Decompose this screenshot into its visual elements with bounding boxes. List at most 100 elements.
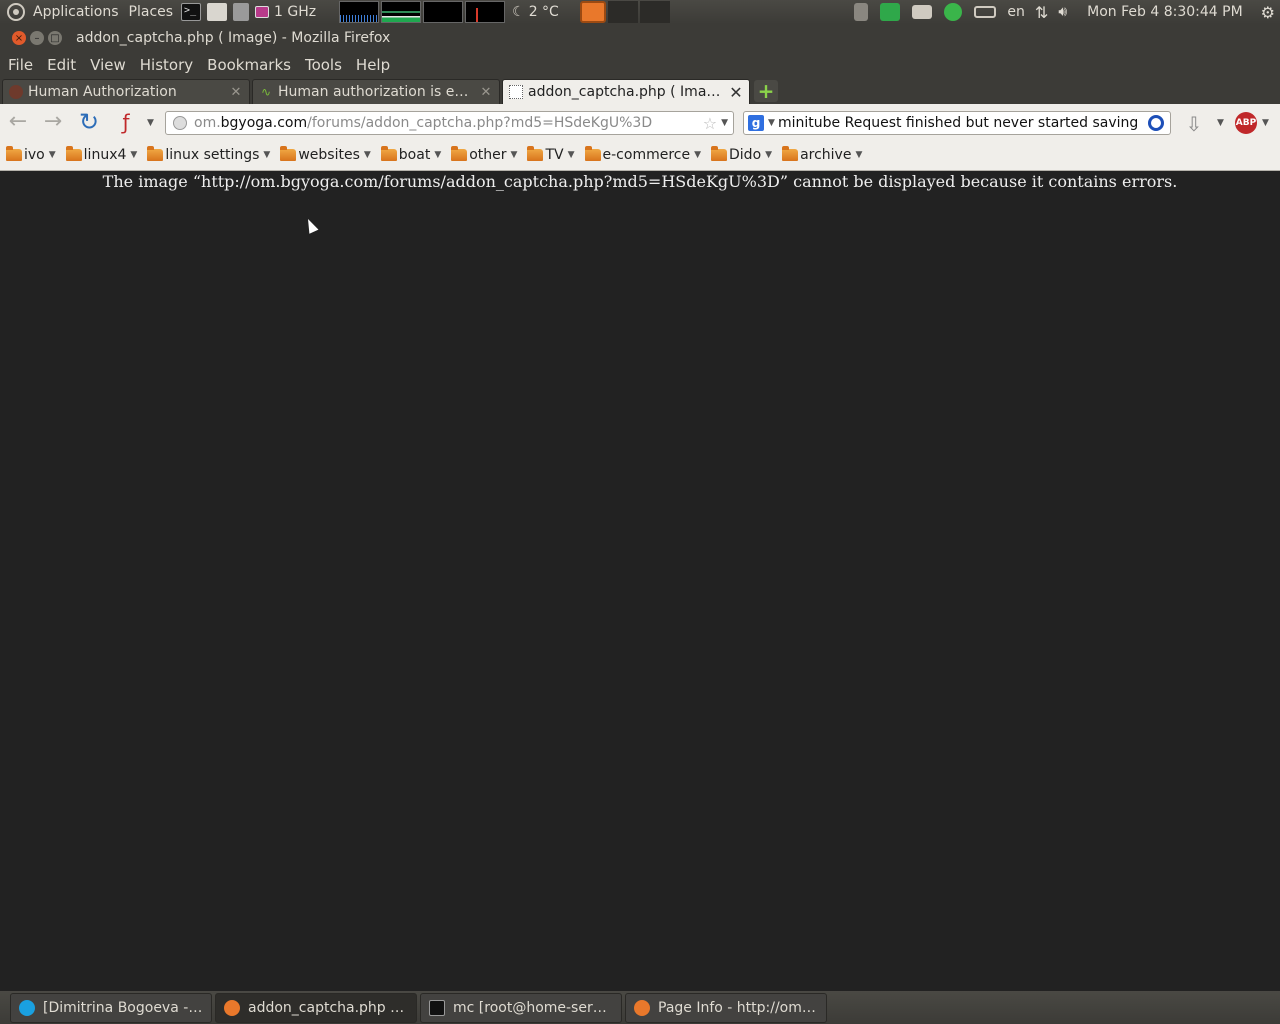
bookmark-star-icon[interactable]: ☆ bbox=[703, 114, 717, 133]
weather-indicator[interactable]: ☾ 2 °C bbox=[507, 0, 564, 24]
panel-slot bbox=[607, 1, 638, 23]
menu-history[interactable]: History bbox=[133, 56, 200, 74]
menu-file[interactable]: File bbox=[0, 56, 40, 74]
update-check-icon[interactable] bbox=[944, 3, 963, 21]
page-content: The image “http://om.bgyoga.com/forums/a… bbox=[0, 172, 1280, 991]
bookmark-folder-archive[interactable]: archive ▼ bbox=[782, 146, 862, 163]
chevron-down-icon[interactable]: ▼ bbox=[1262, 118, 1269, 128]
taskbar-item-label: Page Info - http://om.... bbox=[658, 999, 818, 1016]
network-monitor[interactable] bbox=[423, 1, 464, 23]
chevron-down-icon: ▼ bbox=[263, 150, 271, 160]
new-tab-button[interactable]: + bbox=[754, 80, 778, 102]
ubuntu-logo-icon bbox=[7, 3, 25, 21]
text-editor-launcher-icon[interactable] bbox=[207, 3, 228, 21]
identity-icon[interactable]: ƒ bbox=[113, 111, 139, 133]
menu-view[interactable]: View bbox=[83, 56, 133, 74]
chevron-down-icon: ▼ bbox=[510, 150, 518, 160]
chevron-down-icon: ▼ bbox=[363, 150, 371, 160]
bookmark-label: websites bbox=[298, 147, 360, 163]
session-gear-icon[interactable]: ⚙ bbox=[1256, 0, 1280, 24]
search-icon[interactable] bbox=[1148, 115, 1164, 131]
folder-icon bbox=[380, 146, 397, 161]
adblock-plus-button[interactable]: ABP bbox=[1235, 112, 1257, 134]
volume-icon[interactable]: 🔊︎ bbox=[1053, 0, 1072, 24]
window-title: addon_captcha.php ( Image) - Mozilla Fir… bbox=[76, 30, 391, 46]
reload-button[interactable]: ↻ bbox=[76, 110, 102, 134]
keyboard-icon[interactable] bbox=[974, 6, 997, 18]
app-launcher-icon[interactable] bbox=[233, 3, 250, 21]
firefox-icon bbox=[634, 999, 650, 1016]
taskbar-item-terminal[interactable]: mc [root@home-serv... bbox=[420, 992, 622, 1023]
bookmark-folder-boat[interactable]: boat ▼ bbox=[380, 146, 442, 163]
keyboard-layout-indicator[interactable]: en bbox=[1002, 0, 1030, 24]
tab-close-icon[interactable]: ✕ bbox=[229, 85, 243, 100]
panel-slot bbox=[639, 1, 670, 23]
back-button[interactable]: ← bbox=[5, 111, 31, 133]
tab-close-icon[interactable]: ✕ bbox=[729, 83, 743, 102]
terminal-launcher-icon[interactable]: >_ bbox=[181, 3, 202, 21]
display-indicator-icon[interactable] bbox=[912, 5, 933, 19]
downloads-button[interactable]: ⇩ bbox=[1181, 112, 1207, 136]
menu-edit[interactable]: Edit bbox=[40, 56, 83, 74]
folder-icon bbox=[147, 146, 164, 161]
chevron-down-icon: ▼ bbox=[765, 150, 773, 160]
search-bar[interactable]: g ▼ minitube Request finished but never … bbox=[743, 111, 1171, 135]
bookmark-folder-other[interactable]: other ▼ bbox=[451, 146, 518, 163]
url-bar[interactable]: om.bgyoga.com/forums/addon_captcha.php?m… bbox=[165, 111, 734, 135]
window-minimize-button[interactable]: – bbox=[30, 31, 44, 45]
bookmark-folder-linux-settings[interactable]: linux settings ▼ bbox=[147, 146, 271, 163]
chevron-down-icon[interactable]: ▼ bbox=[147, 118, 154, 128]
network-arrows-icon[interactable]: ⇅ bbox=[1030, 0, 1053, 24]
window-titlebar[interactable]: × – □ addon_captcha.php ( Image) - Mozil… bbox=[0, 24, 1280, 52]
applications-menu[interactable]: Applications bbox=[0, 0, 124, 24]
chevron-down-icon[interactable]: ▼ bbox=[1217, 118, 1224, 128]
bookmark-folder-tv[interactable]: TV ▼ bbox=[527, 146, 575, 163]
notes-indicator-icon[interactable] bbox=[854, 3, 869, 21]
tab-close-icon[interactable]: ✕ bbox=[479, 85, 493, 100]
site-identity-icon[interactable] bbox=[173, 116, 187, 130]
chevron-down-icon[interactable]: ▼ bbox=[721, 118, 728, 128]
window-close-button[interactable]: × bbox=[12, 31, 26, 45]
bookmark-folder-linux4[interactable]: linux4 ▼ bbox=[65, 146, 138, 163]
cpu-frequency[interactable]: 1 GHz bbox=[272, 0, 321, 24]
bookmark-folder-ivo[interactable]: ivo ▼ bbox=[6, 146, 56, 163]
tab-addon-captcha[interactable]: addon_captcha.php ( Image) ✕ bbox=[502, 79, 750, 104]
folder-icon bbox=[65, 146, 82, 161]
bookmark-label: TV bbox=[545, 147, 564, 163]
taskbar-item-label: addon_captcha.php ( ... bbox=[248, 999, 408, 1016]
forward-button[interactable]: → bbox=[40, 111, 66, 133]
bookmark-folder-dido[interactable]: Dido ▼ bbox=[711, 146, 773, 163]
places-menu[interactable]: Places bbox=[124, 0, 179, 24]
clock[interactable]: Mon Feb 4 8:30:44 PM bbox=[1082, 0, 1248, 24]
menu-tools[interactable]: Tools bbox=[298, 56, 349, 74]
tab-human-authorization[interactable]: Human Authorization ✕ bbox=[2, 79, 250, 104]
menu-bookmarks[interactable]: Bookmarks bbox=[200, 56, 298, 74]
tab-bar: Human Authorization ✕ ∿ Human authorizat… bbox=[0, 78, 1280, 104]
chevron-down-icon: ▼ bbox=[434, 150, 442, 160]
bookmark-folder-websites[interactable]: websites ▼ bbox=[280, 146, 371, 163]
mouse-cursor-icon bbox=[303, 216, 319, 234]
tab-human-authorization-empty[interactable]: ∿ Human authorization is em… ✕ bbox=[252, 79, 500, 104]
chevron-down-icon: ▼ bbox=[567, 150, 575, 160]
taskbar-item-skype[interactable]: [Dimitrina Bogoeva - S... bbox=[10, 992, 212, 1023]
search-input[interactable]: minitube Request finished but never star… bbox=[778, 115, 1148, 131]
menu-help[interactable]: Help bbox=[349, 56, 397, 74]
cpu-load-monitor[interactable] bbox=[339, 1, 380, 23]
taskbar-item-firefox-captcha[interactable]: addon_captcha.php ( ... bbox=[215, 992, 417, 1023]
google-engine-icon[interactable]: g bbox=[748, 115, 764, 131]
url-text[interactable]: om.bgyoga.com/forums/addon_captcha.php?m… bbox=[194, 115, 703, 131]
firefox-launcher-icon[interactable] bbox=[579, 1, 606, 23]
memory-monitor[interactable] bbox=[381, 1, 422, 23]
chevron-down-icon[interactable]: ▼ bbox=[768, 118, 775, 128]
tab-label: Human Authorization bbox=[28, 84, 177, 100]
chevron-down-icon: ▼ bbox=[694, 150, 702, 160]
taskbar-item-page-info[interactable]: Page Info - http://om.... bbox=[625, 992, 827, 1023]
chevron-down-icon: ▼ bbox=[130, 150, 138, 160]
bookmark-folder-e-commerce[interactable]: e-commerce ▼ bbox=[584, 146, 702, 163]
bookmark-label: linux settings bbox=[165, 147, 260, 163]
bookmark-label: archive bbox=[800, 147, 852, 163]
window-maximize-button[interactable]: □ bbox=[48, 31, 62, 45]
swap-monitor[interactable] bbox=[465, 1, 506, 23]
messaging-indicator-icon[interactable] bbox=[880, 3, 901, 21]
tab-favicon-icon bbox=[9, 85, 23, 99]
